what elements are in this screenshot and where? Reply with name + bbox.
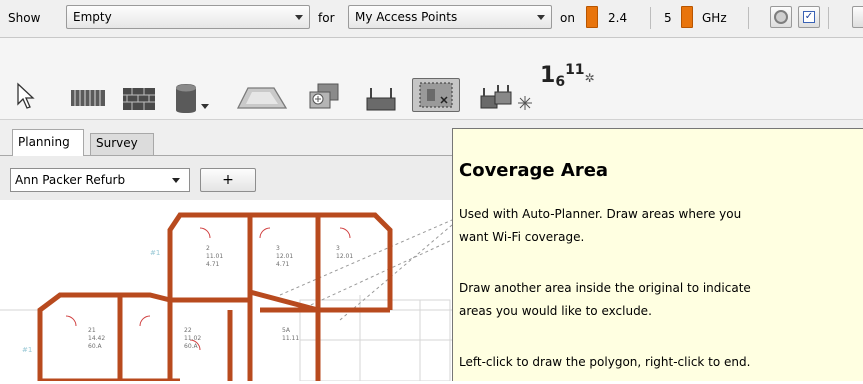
- svg-text:60.A: 60.A: [88, 343, 103, 350]
- filter-bar: Show Empty for My Access Points on 2.4 5…: [0, 0, 863, 38]
- svg-text:4.71: 4.71: [206, 261, 220, 268]
- sparkle-icon: ✲: [584, 71, 595, 85]
- svg-text:22: 22: [184, 327, 192, 334]
- channel-number-tool[interactable]: 1611✲: [540, 62, 595, 90]
- coverage-area-tooltip: Coverage Area Used with Auto-Planner. Dr…: [452, 128, 863, 381]
- tooltip-text: Left-click to draw the polygon, right-cl…: [459, 355, 751, 369]
- show-dropdown[interactable]: Empty: [66, 5, 310, 29]
- chevron-down-icon: [537, 15, 545, 20]
- separator: [828, 7, 829, 29]
- separator: [748, 7, 749, 29]
- tab-label: Survey: [96, 136, 138, 150]
- tooltip-text: Draw another area inside the original to…: [459, 281, 751, 295]
- checkmark-icon: ✓: [803, 11, 815, 23]
- svg-text:14.42: 14.42: [88, 335, 105, 342]
- svg-text:#1: #1: [22, 346, 32, 354]
- tooltip-text: Used with Auto-Planner. Draw areas where…: [459, 207, 742, 221]
- brick-wall-icon: [123, 88, 155, 110]
- tool-palette: 1611✲: [0, 38, 863, 120]
- area-icon: [236, 87, 288, 109]
- tab-label: Planning: [18, 135, 70, 149]
- svg-text:60.A: 60.A: [184, 343, 199, 350]
- pillar-icon: [176, 84, 209, 113]
- coverage-area-tool[interactable]: [412, 78, 460, 112]
- access-point-tool[interactable]: [364, 82, 398, 112]
- tooltip-text: want Wi-Fi coverage.: [459, 230, 585, 244]
- floor-dropdown-value: Ann Packer Refurb: [15, 173, 126, 187]
- svg-text:3: 3: [336, 245, 340, 252]
- on-label: on: [560, 11, 575, 25]
- channel-digit: 6: [555, 74, 566, 90]
- for-dropdown[interactable]: My Access Points: [348, 5, 552, 29]
- channel-digit: 1: [540, 63, 556, 88]
- coverage-area-icon: [419, 82, 453, 108]
- show-label: Show: [8, 11, 41, 25]
- add-floor-button[interactable]: +: [200, 168, 256, 192]
- band-24-toggle[interactable]: [586, 6, 598, 28]
- svg-text:12.01: 12.01: [336, 253, 353, 260]
- refresh-icon: [774, 10, 788, 24]
- ghz-label: GHz: [702, 11, 727, 25]
- show-dropdown-value: Empty: [73, 10, 112, 24]
- svg-text:11.02: 11.02: [184, 335, 201, 342]
- copy-icon: [309, 83, 339, 109]
- for-dropdown-value: My Access Points: [355, 10, 458, 24]
- wall-tool[interactable]: [70, 86, 106, 116]
- select-tool[interactable]: [14, 82, 38, 112]
- channel-digit: 11: [565, 62, 585, 78]
- refresh-button[interactable]: [770, 6, 792, 28]
- brick-wall-tool[interactable]: [122, 86, 156, 116]
- svg-text:3: 3: [276, 245, 280, 252]
- tooltip-title: Coverage Area: [459, 160, 609, 181]
- area-tool[interactable]: [236, 86, 288, 116]
- svg-text:11.01: 11.01: [206, 253, 223, 260]
- band-5-label: 5: [664, 11, 672, 25]
- tooltip-text: areas you would like to exclude.: [459, 304, 652, 318]
- svg-text:11.11: 11.11: [282, 335, 299, 342]
- access-point-icon: [366, 88, 396, 111]
- band-24-label: 2.4: [608, 11, 628, 25]
- for-label: for: [318, 11, 335, 25]
- arrow-cursor-icon: [17, 82, 35, 109]
- svg-text:12.01: 12.01: [276, 253, 293, 260]
- copy-tool[interactable]: [306, 82, 342, 112]
- chevron-down-icon: [172, 178, 180, 183]
- tab-survey[interactable]: Survey: [90, 133, 154, 155]
- svg-text:4.71: 4.71: [276, 261, 290, 268]
- multi-access-point-icon: [480, 85, 532, 110]
- wall-icon: [71, 90, 105, 106]
- svg-text:2: 2: [206, 245, 210, 252]
- overflow-button[interactable]: [852, 6, 863, 28]
- separator: [650, 7, 651, 29]
- tab-planning[interactable]: Planning: [12, 129, 84, 156]
- svg-text:#1: #1: [150, 249, 160, 257]
- checkbox-button[interactable]: ✓: [798, 6, 820, 28]
- svg-text:21: 21: [88, 327, 96, 334]
- svg-text:5A: 5A: [282, 327, 291, 334]
- band-5-toggle[interactable]: [681, 6, 693, 28]
- floor-dropdown[interactable]: Ann Packer Refurb: [10, 168, 190, 192]
- chevron-down-icon: [295, 15, 303, 20]
- pillar-tool[interactable]: [172, 82, 212, 113]
- multi-access-point-tool[interactable]: [478, 82, 534, 112]
